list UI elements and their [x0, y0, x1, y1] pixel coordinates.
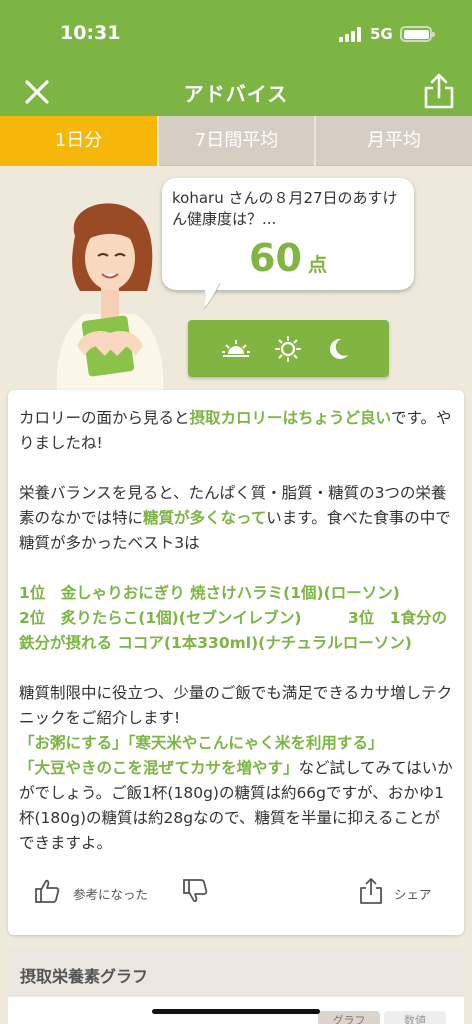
network-type: 5G [370, 25, 393, 43]
health-score-unit: 点 [307, 254, 327, 276]
thumbs-up-icon[interactable] [34, 878, 60, 904]
advisor-character-illustration [56, 203, 164, 390]
advice-card: カロリーの面から見ると摂取カロリーはちょうど良いです。やりましたね! 栄養バラン… [8, 390, 464, 935]
nutrient-highlight: 糖質が多くなって [143, 509, 267, 527]
tips-paragraph: 糖質制限中に役立つ、少量のご飯でも満足できるカサ増しテクニックをご紹介します! 「… [19, 681, 455, 856]
tips-intro: 糖質制限中に役立つ、少量のご飯でも満足できるカサ増しテクニックをご紹介します! [19, 684, 453, 727]
numeric-toggle[interactable]: 数値 [384, 1011, 446, 1024]
calorie-paragraph: カロリーの面から見ると摂取カロリーはちょうど良いです。やりましたね! [19, 406, 455, 456]
tab-daily[interactable]: 1日分 [0, 116, 157, 166]
speech-bubble-tail [202, 282, 221, 310]
nav-bar: アドバイス [0, 70, 472, 116]
speech-bubble: koharu さんの８月27日のあすけん健康度は？... 60 点 [162, 178, 414, 310]
signal-icon [339, 27, 363, 42]
thumbs-down-icon[interactable] [182, 878, 208, 904]
calorie-highlight: 摂取カロリーはちょうど良い [189, 409, 392, 427]
rank-2: 2位 炙りたらこ(1個)(セブンイレブン) [19, 609, 302, 627]
period-tabs: 1日分 7日間平均 月平均 [0, 116, 472, 166]
moon-icon[interactable] [324, 336, 352, 362]
rank-1: 1位 金しゃりおにぎり 焼さけハラミ(1個)(ローソン) [19, 584, 400, 602]
share-icon[interactable] [358, 878, 384, 904]
helpful-label[interactable]: 参考になった [73, 884, 148, 903]
section-title: 摂取栄養素グラフ [20, 967, 149, 986]
tips-highlight-2: 「大豆やきのこを混ぜてカサを増やす」 [19, 759, 299, 777]
health-score: 60 点 [162, 236, 414, 280]
sun-icon[interactable] [274, 336, 302, 362]
tab-monthly-average[interactable]: 月平均 [314, 116, 472, 166]
status-time: 10:31 [60, 22, 121, 44]
meal-time-selector [188, 320, 389, 377]
page-title: アドバイス [183, 82, 289, 106]
feedback-actions: 参考になった シェア [8, 874, 464, 914]
tips-highlight-1: 「お粥にする」「寒天米やこんにゃく米を利用する」 [19, 734, 384, 752]
top3-list: 1位 金しゃりおにぎり 焼さけハラミ(1個)(ローソン) 2位 炙りたらこ(1個… [19, 581, 455, 656]
health-score-value: 60 [249, 236, 302, 280]
sunrise-icon[interactable] [222, 336, 250, 362]
nutrient-paragraph: 栄養バランスを見ると、たんぱく質・脂質・糖質の3つの栄養素のなかでは特に糖質が多… [19, 481, 455, 556]
advice-text: カロリーの面から見ると摂取カロリーはちょうど良いです。やりましたね! 栄養バラン… [19, 406, 455, 881]
share-label[interactable]: シェア [394, 884, 432, 903]
advice-hero: koharu さんの８月27日のあすけん健康度は？... 60 点 [0, 166, 472, 390]
health-score-question: koharu さんの８月27日のあすけん健康度は？... [172, 189, 398, 228]
battery-icon [400, 26, 435, 42]
tab-7day-average[interactable]: 7日間平均 [157, 116, 314, 166]
graph-toggle[interactable]: グラフ [318, 1011, 380, 1024]
share-icon[interactable] [423, 72, 455, 110]
status-bar: 10:31 5G [0, 0, 472, 70]
home-indicator[interactable] [152, 1009, 320, 1014]
calorie-text: カロリーの面から見ると [19, 409, 190, 427]
